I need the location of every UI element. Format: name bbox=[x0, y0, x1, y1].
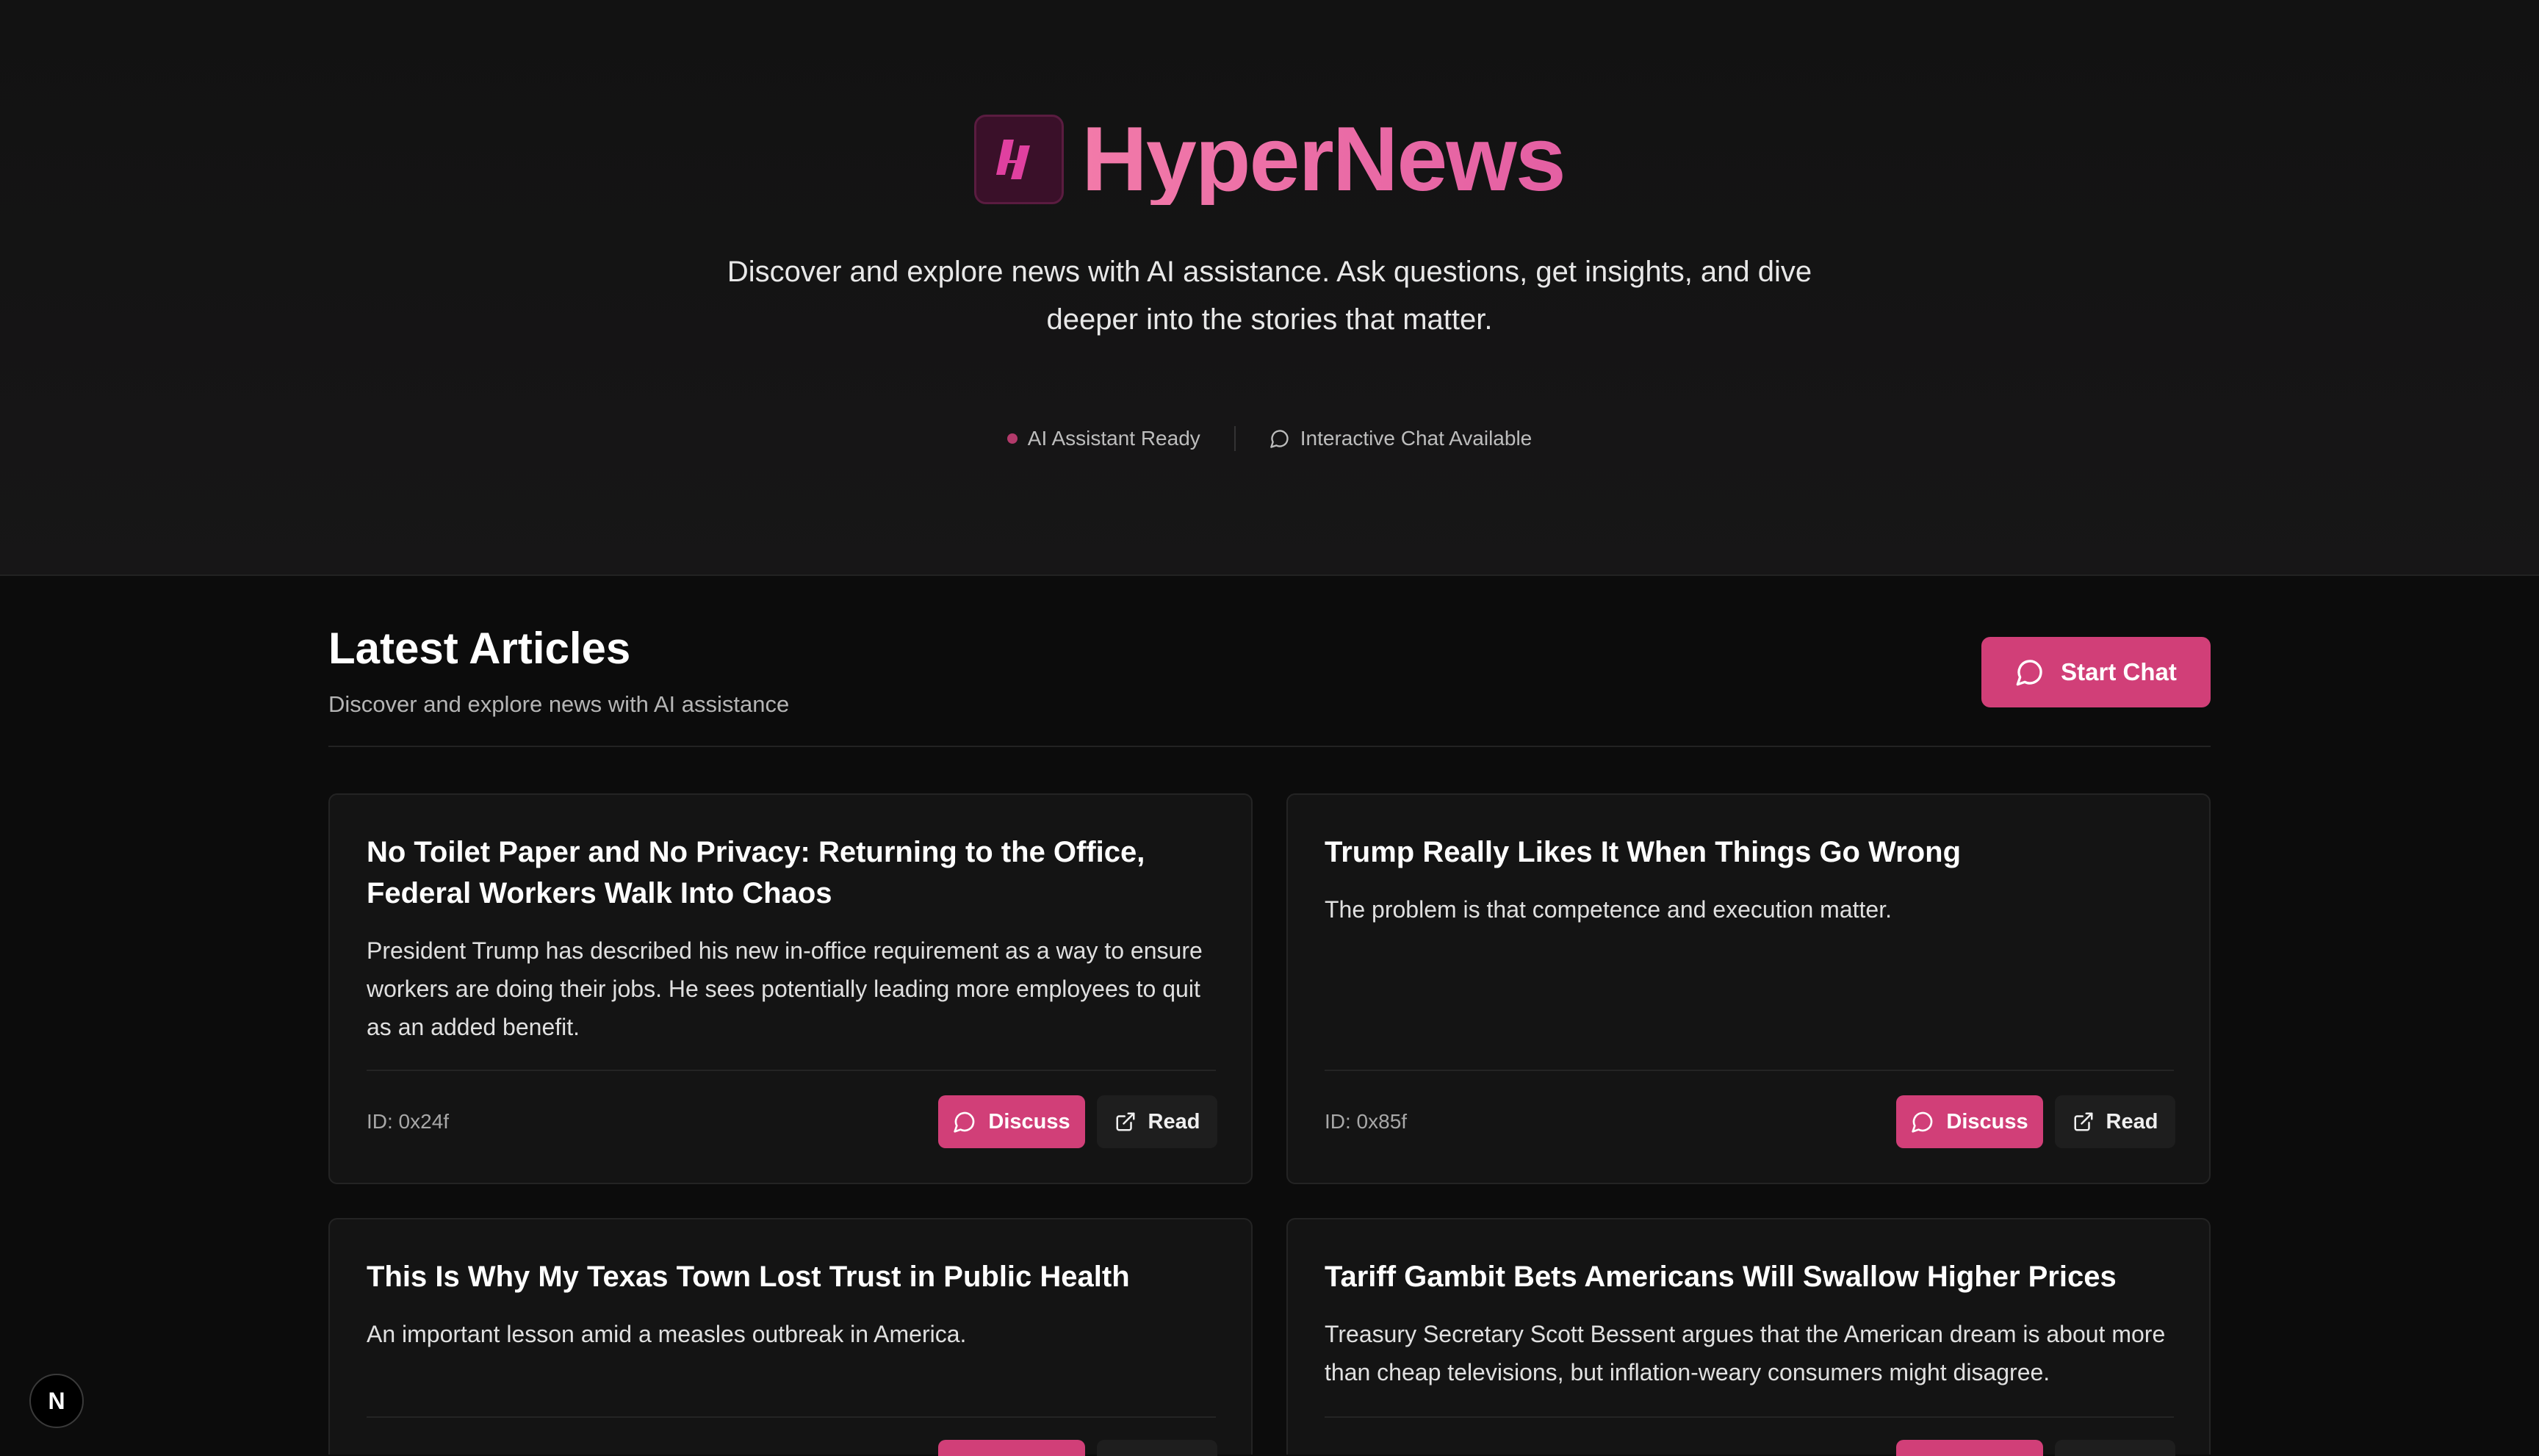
discuss-button[interactable] bbox=[1896, 1440, 2043, 1456]
status-ai-ready-label: AI Assistant Ready bbox=[1027, 427, 1200, 450]
read-button[interactable] bbox=[2055, 1440, 2175, 1456]
article-title[interactable]: Tariff Gambit Bets Americans Will Swallo… bbox=[1325, 1256, 2177, 1297]
article-card: This Is Why My Texas Town Lost Trust in … bbox=[328, 1218, 1253, 1456]
card-divider bbox=[1325, 1416, 2174, 1418]
section-divider bbox=[328, 746, 2211, 747]
brand-header: HyperNews bbox=[0, 114, 2539, 205]
card-divider bbox=[367, 1070, 1216, 1071]
article-description: An important lesson amid a measles outbr… bbox=[367, 1321, 967, 1347]
article-description: Treasury Secretary Scott Bessent argues … bbox=[1325, 1321, 2166, 1385]
chat-bubble-icon bbox=[954, 1111, 975, 1133]
section-subtitle: Discover and explore news with AI assist… bbox=[328, 691, 790, 717]
chat-bubble-icon bbox=[2016, 660, 2042, 686]
article-card: Tariff Gambit Bets Americans Will Swallo… bbox=[1286, 1218, 2211, 1456]
read-button[interactable] bbox=[1097, 1440, 1217, 1456]
start-chat-button[interactable]: Start Chat bbox=[1981, 637, 2211, 707]
read-label: Read bbox=[2106, 1109, 2158, 1134]
article-card: Trump Really Likes It When Things Go Wro… bbox=[1286, 793, 2211, 1184]
external-link-icon bbox=[1116, 1112, 1135, 1131]
section-title: Latest Articles bbox=[328, 624, 631, 673]
card-divider bbox=[367, 1416, 1216, 1418]
start-chat-label: Start Chat bbox=[2061, 658, 2177, 685]
hero-section: HyperNews Discover and explore news with… bbox=[0, 0, 2539, 576]
read-button[interactable]: Read bbox=[2055, 1095, 2175, 1148]
status-row: AI Assistant Ready Interactive Chat Avai… bbox=[0, 426, 2539, 451]
discuss-button[interactable] bbox=[938, 1440, 1085, 1456]
discuss-button[interactable]: Discuss bbox=[938, 1095, 1085, 1148]
article-id: ID: 0x85f bbox=[1325, 1110, 1408, 1133]
status-chat-available: Interactive Chat Available bbox=[1270, 427, 1532, 450]
status-chat-label: Interactive Chat Available bbox=[1300, 427, 1533, 450]
chat-bubble-icon bbox=[1270, 430, 1289, 448]
discuss-button[interactable]: Discuss bbox=[1896, 1095, 2043, 1148]
dev-tools-badge-label: N bbox=[48, 1387, 65, 1414]
article-title[interactable]: No Toilet Paper and No Privacy: Returnin… bbox=[367, 832, 1219, 914]
article-title[interactable]: This Is Why My Texas Town Lost Trust in … bbox=[367, 1256, 1219, 1297]
article-description: President Trump has described his new in… bbox=[367, 937, 1203, 1040]
status-dot-icon bbox=[1006, 433, 1018, 444]
discuss-label: Discuss bbox=[988, 1109, 1070, 1134]
brand-tagline: Discover and explore news with AI assist… bbox=[727, 256, 1812, 336]
article-id: ID: 0x24f bbox=[367, 1110, 450, 1133]
read-button[interactable]: Read bbox=[1097, 1095, 1217, 1148]
discuss-label: Discuss bbox=[1946, 1109, 2028, 1134]
brand-title: HyperNews bbox=[1081, 109, 1566, 210]
article-card: No Toilet Paper and No Privacy: Returnin… bbox=[328, 793, 1253, 1184]
external-link-icon bbox=[2074, 1112, 2093, 1131]
read-label: Read bbox=[1148, 1109, 1200, 1134]
article-title[interactable]: Trump Really Likes It When Things Go Wro… bbox=[1325, 832, 2177, 873]
status-divider bbox=[1234, 426, 1236, 451]
article-description: The problem is that competence and execu… bbox=[1325, 896, 1892, 923]
logo-icon bbox=[974, 115, 1065, 204]
chat-bubble-icon bbox=[1912, 1111, 1933, 1133]
status-ai-ready: AI Assistant Ready bbox=[1006, 427, 1200, 450]
card-divider bbox=[1325, 1070, 2174, 1071]
dev-tools-badge[interactable]: N bbox=[29, 1374, 84, 1428]
